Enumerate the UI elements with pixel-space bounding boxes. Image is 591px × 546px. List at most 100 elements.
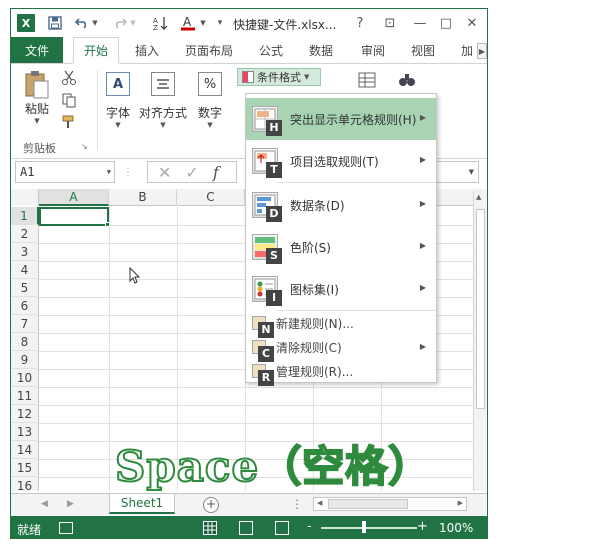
undo-icon[interactable] <box>73 13 91 33</box>
scroll-left-icon[interactable]: ◀ <box>317 499 322 507</box>
row-header-6[interactable]: 6 <box>11 297 39 315</box>
row-header-5[interactable]: 5 <box>11 279 39 297</box>
name-box-dropdown-icon[interactable]: ▼ <box>107 168 111 176</box>
row-header-9[interactable]: 9 <box>11 351 39 369</box>
page-layout-view-icon[interactable] <box>239 521 253 535</box>
row-header-11[interactable]: 11 <box>11 387 39 405</box>
name-box[interactable]: A1 ▼ <box>15 161 115 183</box>
sort-icon[interactable]: AZ <box>151 13 169 33</box>
submenu-arrow-icon: ▶ <box>419 241 426 250</box>
save-icon[interactable] <box>47 13 63 33</box>
row-header-13[interactable]: 13 <box>11 423 39 441</box>
row-header-10[interactable]: 10 <box>11 369 39 387</box>
font-color-icon[interactable]: A <box>179 13 197 33</box>
column-header-a[interactable]: A <box>39 189 109 206</box>
menu-item-manage-rules[interactable]: R 管理规则(R)... <box>246 360 436 386</box>
menu-item-clear-rules[interactable]: C 清除规则(C) ▶ <box>246 336 436 362</box>
customize-toolbar-icon[interactable]: ▾ <box>215 13 225 33</box>
ribbon-display-icon[interactable]: ⊡ <box>383 13 397 33</box>
zoom-level[interactable]: 100% <box>439 521 473 535</box>
scroll-right-icon[interactable]: ▶ <box>458 499 463 507</box>
minimize-icon[interactable]: — <box>413 13 427 33</box>
menu-item-icon-sets[interactable]: I 图标集(I) ▶ <box>246 268 436 310</box>
zoom-in-icon[interactable]: + <box>417 519 428 534</box>
column-header-b[interactable]: B <box>109 189 177 206</box>
paste-button[interactable]: 粘贴 ▼ <box>19 70 55 125</box>
font-button[interactable]: A 字体 ▼ <box>101 72 135 129</box>
copy-icon[interactable] <box>61 92 79 108</box>
conditional-format-button[interactable]: 条件格式 ▼ <box>237 68 321 86</box>
cancel-entry-icon[interactable]: ✕ <box>158 163 171 182</box>
redo-icon[interactable] <box>111 13 129 33</box>
menu-item-label: 管理规则(R)... <box>276 365 354 379</box>
format-painter-icon[interactable] <box>61 114 79 130</box>
vertical-scroll-thumb[interactable] <box>476 209 485 409</box>
tab-file[interactable]: 文件 <box>11 37 63 63</box>
cut-icon[interactable] <box>61 70 79 86</box>
formula-input[interactable]: ▼ <box>431 161 479 183</box>
clipboard-launcher-icon[interactable]: ↘ <box>81 142 88 151</box>
horizontal-scrollbar[interactable]: ◀ ▶ <box>313 497 467 511</box>
undo-dropdown-icon[interactable]: ▼ <box>91 13 99 33</box>
tab-view[interactable]: 视图 <box>411 37 435 63</box>
tab-insert[interactable]: 插入 <box>135 37 159 63</box>
tab-addins[interactable]: 加 <box>461 37 473 63</box>
submenu-arrow-icon: ▶ <box>419 199 426 208</box>
horizontal-scroll-thumb[interactable] <box>328 499 408 509</box>
tab-home[interactable]: 开始 <box>73 37 120 64</box>
tab-page-layout[interactable]: 页面布局 <box>185 37 233 63</box>
row-header-16[interactable]: 16 <box>11 477 39 491</box>
find-icon[interactable] <box>397 70 419 92</box>
page-break-view-icon[interactable] <box>275 521 289 535</box>
menu-item-data-bars[interactable]: D 数据条(D) ▶ <box>246 184 436 226</box>
menu-item-label: 突出显示单元格规则(H) <box>290 113 417 127</box>
zoom-slider-knob[interactable] <box>362 521 366 533</box>
menu-item-color-scales[interactable]: S 色阶(S) ▶ <box>246 226 436 268</box>
row-header-1[interactable]: 1 <box>11 207 39 225</box>
row-header-8[interactable]: 8 <box>11 333 39 351</box>
row-header-14[interactable]: 14 <box>11 441 39 459</box>
expand-formula-bar-icon[interactable]: ▼ <box>469 168 474 176</box>
tab-scroll-right-icon[interactable]: ▶ <box>477 43 487 59</box>
row-header-12[interactable]: 12 <box>11 405 39 423</box>
alignment-button[interactable]: 对齐方式 ▼ <box>137 72 189 129</box>
sheet-prev-icon[interactable]: ◀ <box>41 499 48 509</box>
number-button[interactable]: % 数字 ▼ <box>193 72 227 129</box>
add-sheet-icon[interactable]: + <box>203 497 219 513</box>
tab-review[interactable]: 审阅 <box>361 37 385 63</box>
zoom-slider[interactable] <box>321 527 417 529</box>
zoom-out-icon[interactable]: - <box>307 519 312 534</box>
menu-item-new-rule[interactable]: N 新建规则(N)... <box>246 312 436 338</box>
title-bar: X ▼ ▼ AZ A ▼ ▾ 快捷键-文件.xlsx... ? ⊡ — □ ✕ <box>11 9 487 37</box>
vertical-scrollbar[interactable]: ▲ <box>473 191 487 491</box>
confirm-entry-icon[interactable]: ✓ <box>185 163 198 182</box>
tab-data[interactable]: 数据 <box>309 37 333 63</box>
keytip-h: H <box>266 120 282 136</box>
fill-handle[interactable] <box>105 222 110 227</box>
font-color-dropdown-icon[interactable]: ▼ <box>199 13 207 33</box>
normal-view-icon[interactable] <box>203 521 217 535</box>
column-header-c[interactable]: C <box>177 189 245 206</box>
macro-record-icon[interactable] <box>59 522 73 534</box>
submenu-arrow-icon: ▶ <box>419 283 426 292</box>
row-header-4[interactable]: 4 <box>11 261 39 279</box>
insert-function-icon[interactable]: f <box>213 163 219 182</box>
row-header-3[interactable]: 3 <box>11 243 39 261</box>
sheet-tab-sheet1[interactable]: Sheet1 <box>109 494 175 514</box>
cells-icon[interactable] <box>357 70 379 92</box>
active-cell-a1[interactable] <box>39 207 109 226</box>
tab-splitter-icon[interactable]: ⋮ <box>291 497 304 511</box>
menu-item-highlight-cells-rules[interactable]: H 突出显示单元格规则(H) ▶ <box>246 98 436 140</box>
tab-formulas[interactable]: 公式 <box>259 37 283 63</box>
close-icon[interactable]: ✕ <box>465 13 479 33</box>
maximize-icon[interactable]: □ <box>439 13 453 33</box>
row-header-2[interactable]: 2 <box>11 225 39 243</box>
sheet-next-icon[interactable]: ▶ <box>67 499 74 509</box>
menu-item-top-bottom-rules[interactable]: T 项目选取规则(T) ▶ <box>246 140 436 182</box>
row-header-7[interactable]: 7 <box>11 315 39 333</box>
scroll-up-icon[interactable]: ▲ <box>476 193 481 201</box>
redo-dropdown-icon[interactable]: ▼ <box>129 13 137 33</box>
select-all-corner[interactable] <box>11 189 39 206</box>
row-header-15[interactable]: 15 <box>11 459 39 477</box>
help-icon[interactable]: ? <box>353 13 367 33</box>
